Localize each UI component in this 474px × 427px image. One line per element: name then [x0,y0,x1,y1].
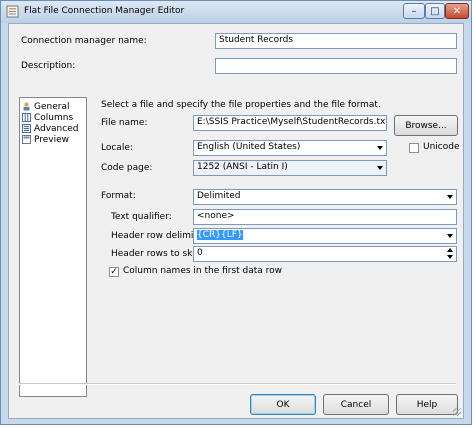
general-icon [23,102,30,111]
help-button[interactable]: Help [396,394,458,415]
spin-up-icon[interactable] [447,248,453,252]
nav-item-advanced[interactable]: Advanced [22,123,78,134]
header-rows-skip-value: 0 [197,248,203,258]
unicode-checkbox[interactable] [409,143,419,153]
browse-button[interactable]: Browse... [394,115,458,136]
columns-icon [22,113,31,122]
nav-item-preview[interactable]: Preview [22,134,69,145]
window-title: Flat File Connection Manager Editor [24,6,185,16]
format-value: Delimited [197,191,241,201]
locale-label: Locale: [101,143,133,153]
minimize-icon: – [411,5,417,17]
chevron-down-icon [447,234,453,238]
format-select[interactable]: Delimited [193,189,457,205]
header-row-delimiter-select[interactable]: {CR}{LF} [193,228,457,244]
header-rows-skip-label: Header rows to skip: [111,249,204,259]
column-names-label: Column names in the first data row [123,266,283,276]
cancel-button[interactable]: Cancel [323,394,389,415]
text-qualifier-label: Text qualifier: [111,212,172,222]
locale-value: English (United States) [197,142,301,152]
spin-down-icon[interactable] [447,255,453,259]
minimize-button[interactable]: – [403,3,425,19]
file-name-input[interactable]: E:\SSIS Practice\Myself\StudentRecords.t… [193,115,387,131]
maximize-button[interactable]: □ [425,3,445,19]
chevron-down-icon [377,166,383,170]
description-label: Description: [21,61,76,71]
chevron-down-icon [447,195,453,199]
title-bar[interactable]: Flat File Connection Manager Editor – □ … [1,1,471,23]
close-button[interactable]: ✕ [445,3,469,19]
chevron-down-icon [377,146,383,150]
code-page-value: 1252 (ANSI - Latin I) [197,162,288,172]
header-rows-skip-stepper[interactable]: 0 [193,246,457,262]
ok-button[interactable]: OK [250,394,316,415]
preview-icon [22,135,31,144]
description-input[interactable] [215,58,457,74]
code-page-select[interactable]: 1252 (ANSI - Latin I) [193,160,387,176]
locale-select[interactable]: English (United States) [193,140,387,156]
instruction-text: Select a file and specify the file prope… [101,100,381,110]
page-navigation-list: General Columns Advanced Preview [19,97,87,397]
nav-item-label: Preview [34,134,70,145]
maximize-icon: □ [430,5,440,17]
advanced-icon [22,124,31,133]
header-row-delimiter-value: {CR}{LF} [197,230,243,240]
connection-name-label: Connection manager name: [21,36,147,46]
nav-item-label: Advanced [34,123,79,134]
column-names-checkbox[interactable]: ✓ [109,267,119,277]
file-name-label: File name: [101,118,148,128]
nav-item-label: Columns [34,112,74,123]
dialog-client-area: Connection manager name: Student Records… [8,23,464,419]
text-qualifier-input[interactable]: <none> [193,209,457,225]
nav-item-general[interactable]: General [22,101,69,112]
unicode-label: Unicode [423,142,460,152]
close-icon: ✕ [452,5,462,17]
editor-window: Flat File Connection Manager Editor – □ … [0,0,472,425]
format-label: Format: [101,191,136,201]
footer-separator [19,383,456,385]
resize-grip-icon[interactable] [453,408,461,416]
code-page-label: Code page: [101,163,153,173]
checkmark-icon: ✓ [110,267,118,277]
connection-manager-icon [6,5,19,18]
connection-name-input[interactable]: Student Records [215,33,457,49]
nav-item-columns[interactable]: Columns [22,112,73,123]
nav-item-label: General [34,101,70,112]
